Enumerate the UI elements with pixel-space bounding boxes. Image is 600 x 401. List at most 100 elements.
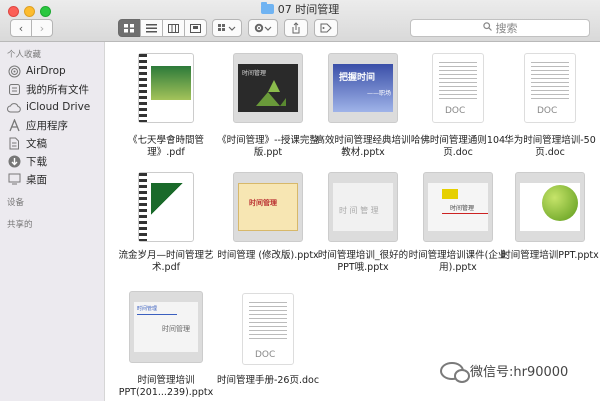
pptx-thumbnail: 时间管理 时间管理 (129, 291, 203, 363)
slide-title: 时间管理 (450, 205, 475, 212)
gear-icon (254, 23, 272, 33)
slide-title: 时间管理 (162, 325, 190, 333)
file-name: 时间管理培训课件(企业用).pptx (408, 250, 508, 273)
slide-preview: 时间管理 (238, 183, 298, 231)
arrange-grid-chevron-icon (218, 24, 236, 31)
pptx-thumbnail: 时间管理 (233, 172, 303, 242)
pdf-thumbnail (138, 172, 194, 242)
doc-badge: DOC (445, 106, 466, 116)
chevron-right-icon: › (39, 21, 45, 35)
back-button[interactable]: ‹ (10, 19, 32, 37)
file-item[interactable]: DOC 哈佛时间管理通则104页.doc (406, 49, 510, 161)
title-bar: 07 时间管理 ‹ › 搜索 (0, 0, 600, 42)
column-view-button[interactable] (162, 19, 185, 37)
action-button[interactable] (248, 19, 278, 37)
sidebar-item-downloads[interactable]: 下载 (0, 152, 104, 170)
tag-icon (320, 23, 332, 33)
sidebar-item-label: 下载 (26, 155, 47, 168)
cover-image (151, 183, 191, 223)
file-name: 流金岁月—时间管理艺术.pdf (118, 250, 214, 273)
file-item[interactable]: 时间管理培训PPT.pptx (498, 168, 600, 280)
sidebar-item-label: 桌面 (26, 173, 47, 186)
file-name: 时间管理 (修改版).pptx (217, 250, 319, 261)
file-name: 高效时间管理经典培训教材.pptx (315, 135, 411, 158)
cover-flow-view-button[interactable] (184, 19, 207, 37)
sidebar-item-airdrop[interactable]: AirDrop (0, 62, 104, 80)
applications-icon (7, 118, 21, 132)
devices-header: 设备 (7, 198, 25, 208)
file-item[interactable]: DOC 时间管理手册-26页.doc (216, 283, 320, 395)
file-grid: 《七天學會時間管理》.pdf 时间管理 《时间管理》--授课完整版.ppt 把握… (106, 43, 600, 401)
slide-preview: 时间管理 时间管理 (134, 302, 198, 352)
file-name: 时间管理培训PPT.pptx (501, 250, 599, 261)
cloud-icon (7, 100, 21, 114)
slide-title: 时 间 管 理 (339, 206, 379, 215)
downloads-icon (7, 154, 21, 168)
slide-subtitle: ——职场 (366, 90, 391, 97)
shared-header: 共享的 (7, 220, 33, 230)
search-field[interactable]: 搜索 (410, 19, 590, 37)
file-item[interactable]: 时间管理 《时间管理》--授课完整版.ppt (216, 49, 320, 161)
view-mode-group (118, 19, 207, 37)
file-item[interactable]: DOC 华为时间管理培训-50页.doc (498, 49, 600, 161)
watermark-text: 微信号:hr90000 (470, 365, 569, 380)
pdf-thumbnail (138, 53, 194, 123)
cover-image (151, 66, 191, 100)
window-title: 07 时间管理 (0, 2, 600, 17)
text-lines (439, 62, 477, 100)
sidebar-item-applications[interactable]: 应用程序 (0, 116, 104, 134)
documents-icon (7, 136, 21, 150)
divider-line (442, 213, 488, 214)
pptx-thumbnail: 时间管理 (423, 172, 493, 242)
slide-preview: 把握时间 ——职场 (333, 64, 393, 112)
sidebar-item-documents[interactable]: 文稿 (0, 134, 104, 152)
file-name: 《七天學會時間管理》.pdf (127, 135, 204, 158)
slide-title: 时间管理 (249, 199, 277, 207)
sidebar-item-icloud-drive[interactable]: iCloud Drive (0, 98, 104, 116)
ppt-thumbnail: 时间管理 (233, 53, 303, 123)
slide-preview: 时间管理 (428, 183, 488, 231)
file-item[interactable]: 时 间 管 理 时间管理培训_很好的PPT哦.pptx (311, 168, 415, 280)
arrange-button[interactable] (212, 19, 242, 37)
cover-flow-icon (190, 23, 201, 33)
sidebar-item-label: iCloud Drive (26, 101, 91, 113)
doc-badge: DOC (255, 350, 276, 360)
icon-view-button[interactable] (118, 19, 141, 37)
sidebar-item-all-files[interactable]: 我的所有文件 (0, 80, 104, 98)
folder-icon (260, 2, 274, 14)
tangram-graphic (256, 80, 286, 106)
slide-tag: 时间管理 (137, 306, 158, 312)
file-item[interactable]: 把握时间 ——职场 高效时间管理经典培训教材.pptx (311, 49, 415, 161)
spiral-binding (139, 54, 147, 122)
sidebar-item-desktop[interactable]: 桌面 (0, 170, 104, 188)
pptx-thumbnail (515, 172, 585, 242)
spiral-binding (139, 173, 147, 241)
file-item[interactable]: 流金岁月—时间管理艺术.pdf (114, 168, 218, 280)
file-item[interactable]: 《七天學會時間管理》.pdf (114, 49, 218, 161)
wechat-watermark: 微信号:hr90000 (440, 361, 569, 383)
all-files-icon (7, 82, 21, 96)
share-icon (292, 22, 300, 34)
sidebar: 个人收藏 AirDrop 我的所有文件 iCloud Drive 应用程序 文稿 (0, 42, 105, 401)
search-placeholder: 搜索 (495, 22, 518, 35)
wechat-icon (440, 361, 470, 383)
slide-preview: 时 间 管 理 (333, 183, 393, 231)
slide-title: 时间管理 (242, 70, 267, 77)
list-view-button[interactable] (140, 19, 163, 37)
sidebar-item-label: 应用程序 (26, 119, 68, 132)
favorites-header: 个人收藏 (7, 50, 42, 60)
file-name: 哈佛时间管理通则104页.doc (410, 135, 506, 158)
text-lines (249, 302, 287, 340)
columns-icon (168, 23, 179, 33)
forward-button[interactable]: › (31, 19, 53, 37)
apple-graphic (542, 185, 578, 221)
file-name: 时间管理手册-26页.doc (216, 375, 320, 386)
share-button[interactable] (284, 19, 308, 37)
doc-thumbnail: DOC (242, 293, 294, 365)
file-item[interactable]: 时间管理 时间管理 (修改版).pptx (216, 168, 320, 280)
slide-preview (520, 183, 580, 231)
file-item[interactable]: 时间管理 时间管理培训课件(企业用).pptx (406, 168, 510, 280)
desktop-icon (7, 172, 21, 186)
tags-button[interactable] (314, 19, 338, 37)
file-item[interactable]: 时间管理 时间管理 时间管理培训PPT(201...239).pptx (114, 283, 218, 398)
